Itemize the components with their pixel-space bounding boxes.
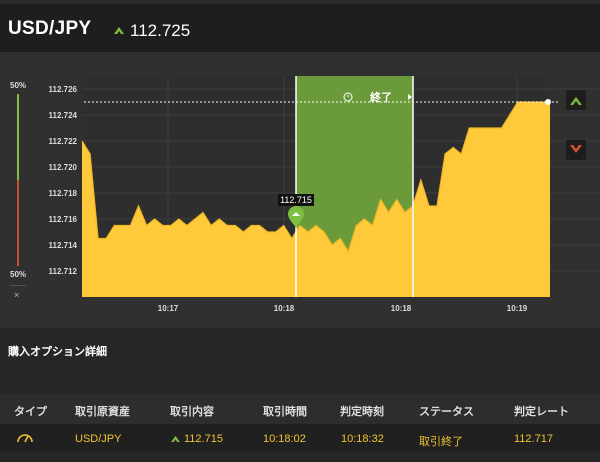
spacer xyxy=(0,368,600,394)
col-content: 取引内容 xyxy=(170,406,214,418)
entry-label: 112.715 xyxy=(280,195,312,205)
chevron-down-icon xyxy=(570,145,582,153)
x-tick-label: 10:18 xyxy=(274,304,295,313)
up-arrow-icon xyxy=(171,435,180,442)
col-type: タイプ xyxy=(14,406,47,418)
col-judge-rate: 判定レート xyxy=(514,406,569,418)
gauge-bottom-label: 50% xyxy=(10,270,27,279)
y-tick-label: 112.722 xyxy=(49,137,78,146)
close-icon[interactable]: × xyxy=(14,290,19,300)
gauge-icon xyxy=(17,434,33,443)
low-button[interactable] xyxy=(566,140,586,160)
x-tick-label: 10:17 xyxy=(158,304,179,313)
x-tick-label: 10:19 xyxy=(507,304,528,313)
gauge-separator xyxy=(10,285,26,286)
purchase-detail-header: 購入オプション詳細 xyxy=(0,328,600,368)
col-asset: 取引原資産 xyxy=(75,406,130,418)
y-tick-label: 112.714 xyxy=(49,241,78,250)
table-header: タイプ 取引原資産 取引内容 取引時間 判定時刻 ステータス 判定レート xyxy=(0,394,600,424)
row-judge-time: 10:18:32 xyxy=(341,433,384,445)
chevron-up-icon xyxy=(570,97,582,105)
sentiment-gauge: 50% 50% × xyxy=(6,78,30,306)
row-content: 112.715 xyxy=(184,433,223,445)
gauge-down-bar xyxy=(17,180,19,266)
col-status: ステータス xyxy=(419,406,474,418)
y-tick-label: 112.726 xyxy=(49,85,78,94)
col-trade-time: 取引時間 xyxy=(263,406,307,418)
y-tick-label: 112.724 xyxy=(49,111,78,120)
y-tick-label: 112.712 xyxy=(49,267,78,276)
y-tick-label: 112.716 xyxy=(49,215,78,224)
row-trade-time: 10:18:02 xyxy=(263,433,306,445)
y-tick-label: 112.720 xyxy=(49,163,78,172)
row-status: 取引終了 xyxy=(419,436,463,448)
section-title: 購入オプション詳細 xyxy=(8,346,107,358)
gauge-up-bar xyxy=(17,94,19,180)
x-tick-label: 10:18 xyxy=(391,304,412,313)
col-judge-time: 判定時刻 xyxy=(340,406,384,418)
row-asset: USD/JPY xyxy=(75,433,122,445)
row-judge-rate: 112.717 xyxy=(514,433,553,445)
rate-chart: 112.726 112.724 112.722 112.720 112.718 112.7… xyxy=(49,76,600,313)
gauge-top-label: 50% xyxy=(10,81,27,90)
footer-space xyxy=(0,452,600,462)
table-row[interactable]: USD/JPY 112.715 10:18:02 10:18:32 取引終了 1… xyxy=(0,424,600,452)
y-tick-label: 112.718 xyxy=(49,189,78,198)
high-button[interactable] xyxy=(566,90,586,110)
current-rate-dot xyxy=(545,99,551,105)
